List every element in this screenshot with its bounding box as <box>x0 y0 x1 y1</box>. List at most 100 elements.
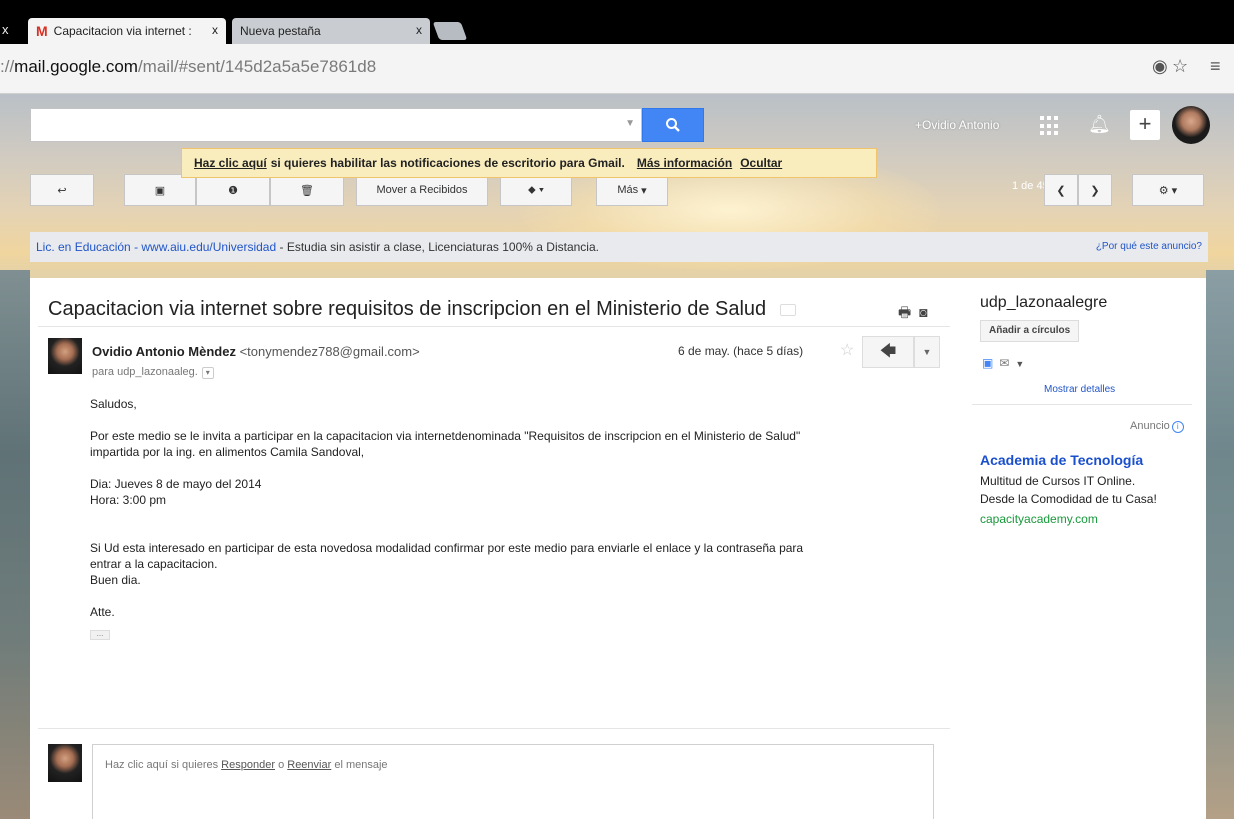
gear-icon: ⚙ ▾ <box>1158 184 1178 197</box>
trash-icon: 🗑︎ <box>300 184 314 197</box>
chevron-down-icon[interactable]: ▼ <box>1015 359 1030 369</box>
recipient-line: para udp_lazonaaleg. ▾ <box>92 366 214 379</box>
spam-icon: ❶ <box>228 184 238 197</box>
my-avatar <box>48 744 82 782</box>
reply-prompt: Haz clic aquí si quieres <box>105 759 219 771</box>
sidebar-ad-url[interactable]: capacityacademy.com <box>980 512 1098 526</box>
reply-link[interactable]: Responder <box>221 759 275 771</box>
extension-icon[interactable]: ◉ <box>1152 56 1168 77</box>
url-text[interactable]: ://mail.google.com/mail/#sent/145d2a5a5e… <box>0 57 376 77</box>
archive-icon: ▣ <box>154 184 166 197</box>
label-icon[interactable] <box>780 303 797 316</box>
url-domain: mail.google.com <box>14 57 138 76</box>
older-button[interactable]: ❯ <box>1078 174 1112 206</box>
info-icon[interactable]: i <box>1171 421 1184 433</box>
new-tab-button[interactable] <box>432 22 468 40</box>
search-button[interactable] <box>642 108 704 142</box>
message-more-button[interactable]: ▼ <box>914 336 940 368</box>
why-this-ad-link[interactable]: ¿Por qué este anuncio? <box>1096 241 1202 252</box>
desktop-notification-banner: Haz clic aquí si quieres habilitar las n… <box>181 148 877 178</box>
notifications-bell-icon[interactable]: 🔔︎ <box>1088 114 1111 135</box>
theme-edge-right <box>1206 270 1234 819</box>
hide-link[interactable]: Ocultar <box>740 156 782 170</box>
more-button[interactable]: Más ▾ <box>596 174 668 206</box>
body-line: impartida por la ing. en alimentos Camil… <box>90 445 365 459</box>
add-to-circles-button[interactable]: Añadir a círculos <box>980 320 1080 342</box>
account-avatar[interactable] <box>1172 106 1210 144</box>
chat-icon[interactable]: ▣ <box>982 356 999 370</box>
ad-link[interactable]: Lic. en Educación - www.aiu.edu/Universi… <box>36 240 276 254</box>
tab-title: Nueva pestaña <box>240 24 321 38</box>
body-line: Por este medio se le invita a participar… <box>90 429 801 443</box>
message-date: 6 de may. (hace 5 días) <box>678 344 804 358</box>
move-to-inbox-label: Mover a Recibidos <box>376 184 468 196</box>
sender-name[interactable]: Ovidio Antonio Mèndez <box>92 344 236 359</box>
close-icon[interactable]: x <box>416 23 422 37</box>
user-name-link[interactable]: +Ovidio Antonio <box>915 118 999 132</box>
chevron-right-icon: ❯ <box>1090 184 1100 197</box>
contact-actions: ▣✉▼ <box>982 356 1030 370</box>
contact-name: udp_lazonaalegre <box>980 294 1108 311</box>
menu-icon[interactable]: ≡ <box>1210 56 1221 77</box>
chevron-left-icon: ❮ <box>1056 184 1066 197</box>
quick-reply-box[interactable]: Haz clic aquí si quieres Responder o Ree… <box>92 744 934 819</box>
report-spam-button[interactable]: ❶ <box>196 174 270 206</box>
bookmark-star-icon[interactable]: ☆ <box>1172 56 1188 77</box>
mail-icon[interactable]: ✉ <box>999 356 1015 370</box>
forward-link[interactable]: Reenviar <box>287 759 331 771</box>
apps-grid-icon[interactable] <box>1040 116 1060 136</box>
body-line: Saludos, <box>90 397 137 411</box>
ad-label: Anuncio i <box>1130 420 1184 433</box>
divider <box>972 404 1192 405</box>
message-body: Saludos, Por este medio se le invita a p… <box>90 396 920 640</box>
subject-actions: 🖶︎◙ <box>898 302 936 326</box>
search-options-icon[interactable]: ▼ <box>625 118 635 129</box>
browser-window: x M Capacitacion via internet : x Nueva … <box>0 0 1234 819</box>
search-input[interactable]: ▼ <box>30 108 642 142</box>
settings-button[interactable]: ⚙ ▾ <box>1132 174 1204 206</box>
close-icon[interactable]: x <box>2 22 9 37</box>
close-icon[interactable]: x <box>212 23 218 37</box>
new-window-icon[interactable]: ◙ <box>919 304 935 320</box>
tab-new[interactable]: Nueva pestaña x <box>232 18 430 44</box>
back-arrow-icon: ↩ <box>57 184 67 197</box>
chevron-down-icon: ▾ <box>641 184 647 197</box>
share-plus-button[interactable]: + <box>1130 110 1160 140</box>
message-card: Capacitacion via internet sobre requisit… <box>30 278 1206 819</box>
print-icon[interactable]: 🖶︎ <box>898 304 919 320</box>
url-prefix: :// <box>0 57 15 76</box>
enable-notifications-link[interactable]: Haz clic aquí <box>194 156 267 170</box>
tab-strip: x M Capacitacion via internet : x Nueva … <box>0 0 1234 44</box>
reply-arrow-icon: 🡄 <box>879 343 897 360</box>
reply-or: o <box>278 759 285 771</box>
body-line: Hora: 3:00 pm <box>90 493 167 507</box>
back-button[interactable]: ↩ <box>30 174 94 206</box>
show-details-link[interactable]: Mostrar detalles <box>1044 384 1115 395</box>
reply-button[interactable]: 🡄 <box>862 336 914 368</box>
show-trimmed-content-button[interactable]: ... <box>90 630 110 640</box>
address-bar[interactable]: ://mail.google.com/mail/#sent/145d2a5a5e… <box>0 44 1234 94</box>
ad-text: - Estudia sin asistir a clase, Licenciat… <box>279 240 599 254</box>
tab-title: Capacitacion via internet : <box>53 24 192 38</box>
move-to-inbox-button[interactable]: Mover a Recibidos <box>356 174 488 206</box>
body-line: Dia: Jueves 8 de mayo del 2014 <box>90 477 262 491</box>
delete-button[interactable]: 🗑︎ <box>270 174 344 206</box>
sender-email: <tonymendez788@gmail.com> <box>239 344 420 359</box>
label-tag-icon: ⬥ ▾ <box>527 183 545 196</box>
archive-button[interactable]: ▣ <box>124 174 196 206</box>
labels-button[interactable]: ⬥ ▾ <box>500 174 572 206</box>
ad-label-text: Anuncio <box>1130 420 1170 432</box>
more-info-link[interactable]: Más información <box>637 156 732 170</box>
gmail-icon: M <box>36 23 48 39</box>
sender-avatar[interactable] <box>48 338 82 374</box>
sidebar-ad-line: Desde la Comodidad de tu Casa! <box>980 492 1157 506</box>
top-ad: Lic. en Educación - www.aiu.edu/Universi… <box>30 232 1208 262</box>
tab-gmail[interactable]: M Capacitacion via internet : x <box>28 18 226 44</box>
divider <box>38 728 950 729</box>
show-details-dropdown-icon[interactable]: ▾ <box>201 367 214 379</box>
body-line: Si Ud esta interesado en participar de e… <box>90 541 804 555</box>
star-icon[interactable]: ☆ <box>840 340 854 360</box>
newer-button[interactable]: ❮ <box>1044 174 1078 206</box>
sidebar-ad-title[interactable]: Academia de Tecnología <box>980 452 1143 468</box>
subject-text: Capacitacion via internet sobre requisit… <box>48 298 767 320</box>
